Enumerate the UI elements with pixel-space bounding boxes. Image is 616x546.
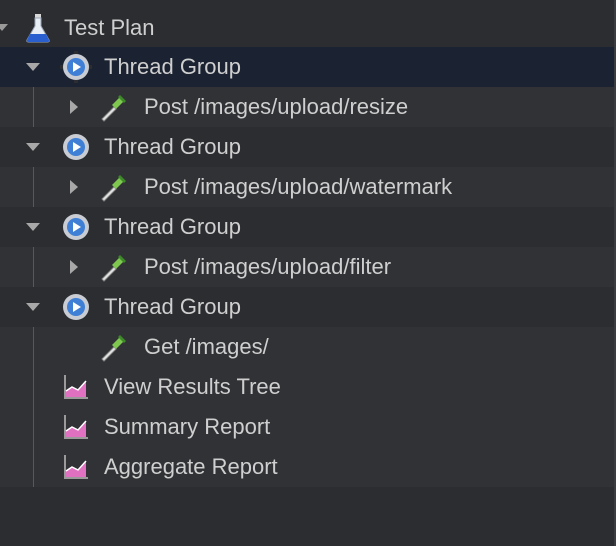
- tree-guide-line: [33, 407, 34, 447]
- tree-row-test-plan[interactable]: Test Plan: [0, 8, 616, 48]
- tree-label-thread-group: Thread Group: [104, 54, 241, 79]
- graph-icon: [64, 455, 88, 479]
- collapse-arrow-icon[interactable]: [24, 297, 44, 317]
- tree-label-listener: Aggregate Report: [104, 454, 278, 479]
- tree-label-listener: Summary Report: [104, 414, 271, 439]
- tree-row-sampler-get-images[interactable]: Get /images/: [0, 327, 616, 367]
- gear-icon: [60, 131, 92, 163]
- tree-row-aggregate-report[interactable]: Aggregate Report: [0, 447, 616, 487]
- tree-guide-line: [33, 367, 34, 407]
- gear-icon: [60, 291, 92, 323]
- collapse-arrow-icon[interactable]: [0, 18, 14, 38]
- tree-label-sampler: Get /images/: [144, 334, 269, 359]
- tree-row-summary-report[interactable]: Summary Report: [0, 407, 616, 447]
- tree-row-sampler-resize[interactable]: Post /images/upload/resize: [0, 87, 616, 127]
- pipette-icon: [101, 255, 126, 282]
- test-plan-tree: Test Plan Thread Group Post /images/uplo…: [0, 0, 616, 546]
- pipette-icon: [101, 95, 126, 122]
- tree-label-listener: View Results Tree: [104, 374, 281, 399]
- tree-guide-line: [33, 87, 34, 127]
- graph-icon: [64, 375, 88, 399]
- flask-icon: [26, 14, 50, 43]
- tree-row-thread-group-2[interactable]: Thread Group: [0, 127, 616, 167]
- tree-row-thread-group-4[interactable]: Thread Group: [0, 287, 616, 327]
- collapse-arrow-icon[interactable]: [24, 217, 44, 237]
- gear-icon: [60, 211, 92, 243]
- tree-row-thread-group-3[interactable]: Thread Group: [0, 207, 616, 247]
- tree-row-sampler-filter[interactable]: Post /images/upload/filter: [0, 247, 616, 287]
- tree-row-sampler-watermark[interactable]: Post /images/upload/watermark: [0, 167, 616, 207]
- gear-icon: [60, 51, 92, 83]
- tree-guide-line: [33, 167, 34, 207]
- collapse-arrow-icon[interactable]: [24, 57, 44, 77]
- tree-label-thread-group: Thread Group: [104, 294, 241, 319]
- tree-label-sampler: Post /images/upload/filter: [144, 254, 392, 279]
- tree-row-view-results-tree[interactable]: View Results Tree: [0, 367, 616, 407]
- expand-arrow-icon[interactable]: [64, 97, 84, 117]
- expand-arrow-icon[interactable]: [64, 177, 84, 197]
- tree-label-sampler: Post /images/upload/resize: [144, 94, 409, 119]
- tree-guide-line: [33, 447, 34, 487]
- expand-arrow-icon[interactable]: [64, 257, 84, 277]
- tree-row-thread-group-1[interactable]: Thread Group: [0, 47, 616, 87]
- pipette-icon: [101, 335, 126, 362]
- tree-guide-line: [33, 247, 34, 287]
- graph-icon: [64, 415, 88, 439]
- tree-label-thread-group: Thread Group: [104, 214, 241, 239]
- tree-label-test-plan: Test Plan: [64, 15, 155, 40]
- pipette-icon: [101, 175, 126, 202]
- tree-label-thread-group: Thread Group: [104, 134, 241, 159]
- tree-guide-line: [33, 327, 34, 367]
- tree-label-sampler: Post /images/upload/watermark: [144, 174, 453, 199]
- collapse-arrow-icon[interactable]: [24, 137, 44, 157]
